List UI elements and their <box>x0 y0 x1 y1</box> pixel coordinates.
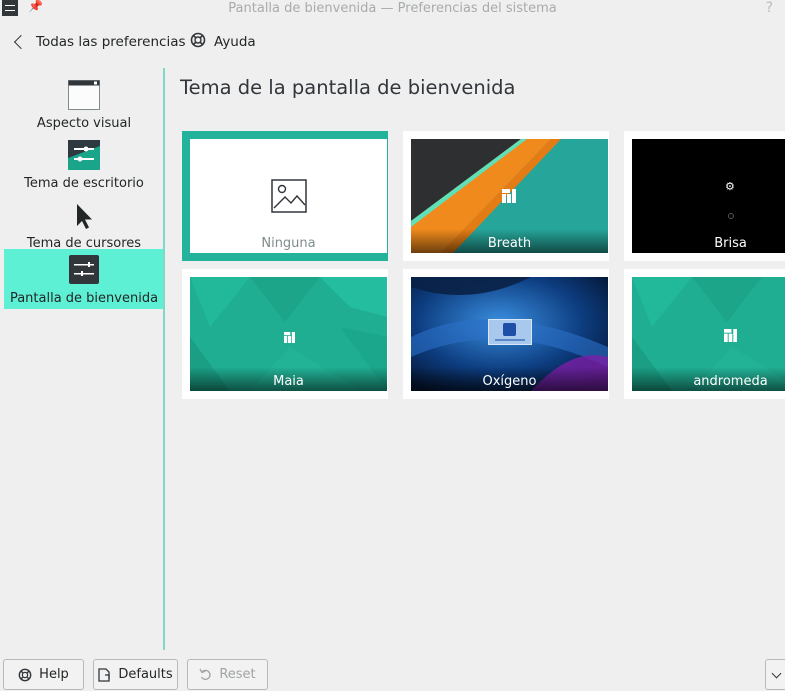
sidebar-item-tema-de-cursores[interactable]: Tema de cursores <box>4 194 164 254</box>
theme-tile-andromeda[interactable]: andromeda <box>624 269 785 399</box>
manjaro-logo-icon <box>724 327 737 346</box>
defaults-button[interactable]: Defaults <box>93 659 178 690</box>
undo-icon <box>199 668 212 681</box>
theme-name: Ninguna <box>261 236 316 251</box>
sidebar-item-label: Aspecto visual <box>36 116 132 131</box>
reset-button-label: Reset <box>219 667 256 682</box>
manjaro-logo-icon <box>502 188 516 207</box>
sidebar-item-label: Tema de escritorio <box>24 176 144 191</box>
page-title: Tema de la pantalla de bienvenida <box>180 76 516 99</box>
reset-button[interactable]: Reset <box>187 659 268 690</box>
sidebar-item-tema-de-escritorio[interactable]: Tema de escritorio <box>4 134 164 194</box>
theme-name: Maia <box>273 374 304 389</box>
toolbar: Todas las preferencias Ayuda <box>0 26 785 58</box>
sidebar-divider <box>163 68 165 650</box>
theme-thumbnail: Oxígeno <box>411 277 608 391</box>
theme-thumbnail: andromeda <box>632 277 785 391</box>
theme-name: Breath <box>487 236 532 251</box>
help-button-label: Help <box>39 667 69 682</box>
sidebar: Aspecto visual Tema de escritorio Tema d… <box>0 68 168 648</box>
help-link[interactable]: Ayuda <box>190 32 256 52</box>
more-button[interactable] <box>765 659 785 690</box>
kde-splash-box-icon <box>488 319 532 345</box>
theme-name: Oxígeno <box>482 374 537 389</box>
theme-thumbnail: ⚙ Brisa <box>632 139 785 253</box>
theme-tile-maia[interactable]: Maia <box>182 269 388 399</box>
cursor-icon <box>68 200 100 230</box>
document-revert-icon <box>98 667 111 682</box>
manjaro-logo-icon <box>284 328 295 347</box>
theme-name: andromeda <box>693 374 768 389</box>
lifebuoy-icon <box>190 32 206 52</box>
splash-settings-icon <box>68 255 100 285</box>
all-preferences-label: Todas las preferencias <box>36 34 186 50</box>
theme-name: Brisa <box>714 236 747 251</box>
theme-tile-breath[interactable]: Breath <box>403 131 609 261</box>
theme-tile-brisa[interactable]: ⚙ Brisa <box>624 131 785 261</box>
help-label: Ayuda <box>214 34 256 50</box>
sidebar-item-aspecto-visual[interactable]: Aspecto visual <box>4 74 164 134</box>
sidebar-item-pantalla-de-bienvenida[interactable]: Pantalla de bienvenida <box>4 249 164 309</box>
chevron-down-icon <box>771 668 781 678</box>
button-bar: Help Defaults Reset <box>0 658 785 691</box>
all-preferences-button[interactable]: Todas las preferencias <box>10 32 186 52</box>
sidebar-item-label: Pantalla de bienvenida <box>9 291 159 306</box>
theme-tile-ninguna[interactable]: Ninguna <box>182 131 388 261</box>
window-title: Pantalla de bienvenida — Preferencias de… <box>228 1 557 16</box>
help-button[interactable]: Help <box>3 659 84 690</box>
theme-thumbnail: Breath <box>411 139 608 253</box>
desktop-theme-icon <box>68 140 100 170</box>
theme-thumbnail: Ninguna <box>190 139 387 253</box>
image-placeholder-icon <box>271 179 307 217</box>
chevron-left-icon <box>13 34 29 50</box>
window-icon <box>68 80 100 110</box>
lifebuoy-icon <box>18 668 32 682</box>
defaults-button-label: Defaults <box>118 667 173 682</box>
title-bar: 📌 Pantalla de bienvenida — Preferencias … <box>0 0 785 17</box>
plasma-logo-icon: ⚙ <box>725 180 735 193</box>
spinner-icon <box>728 213 734 219</box>
theme-thumbnail: Maia <box>190 277 387 391</box>
theme-tile-oxigeno[interactable]: Oxígeno <box>403 269 609 399</box>
help-question-icon[interactable]: ? <box>766 0 773 16</box>
